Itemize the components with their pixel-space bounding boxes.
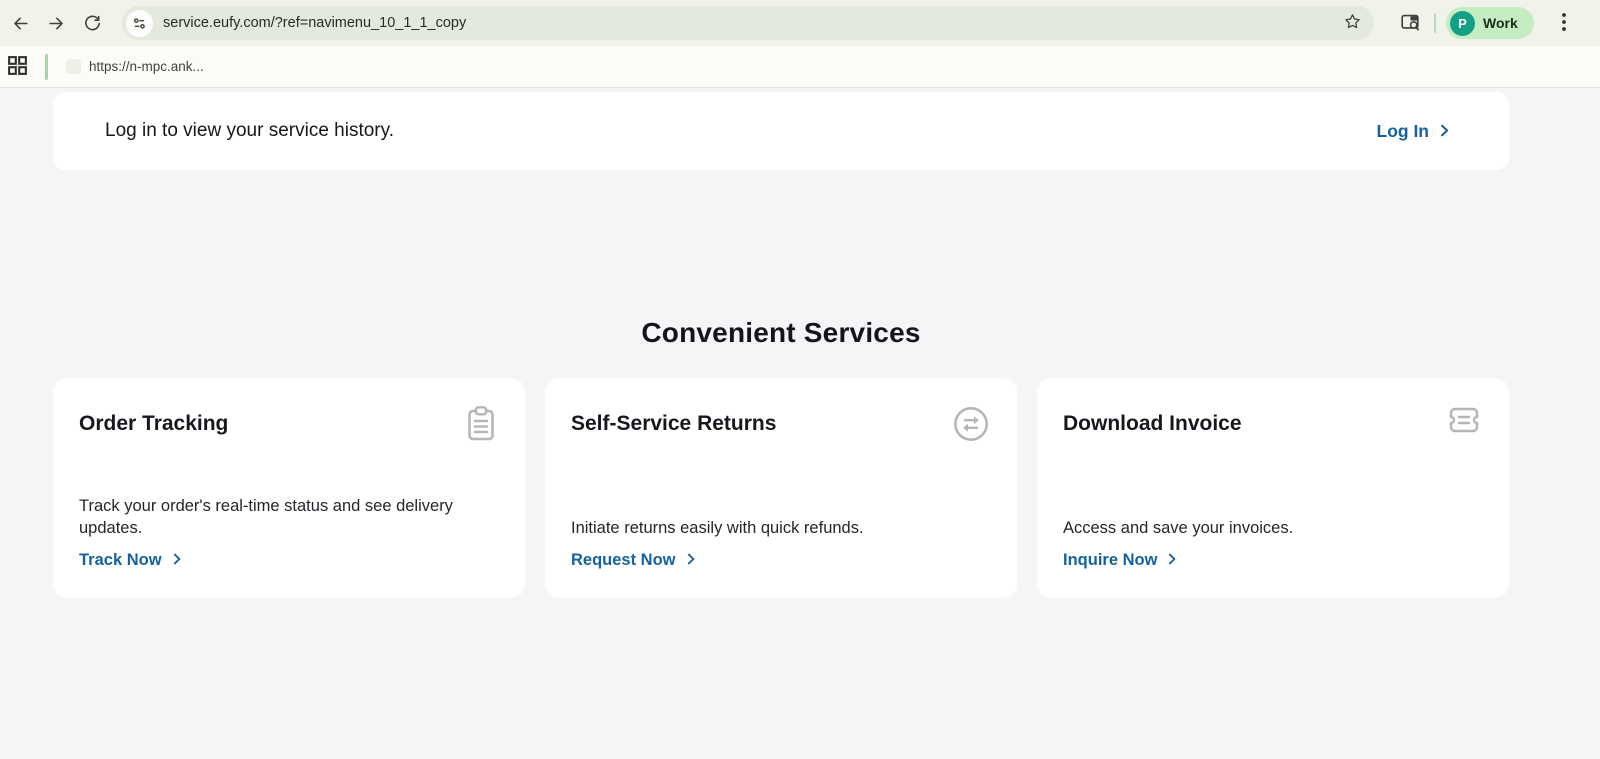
page-content: Log in to view your service history. Log… bbox=[0, 88, 1600, 759]
inquire-now-link[interactable]: Inquire Now bbox=[1063, 551, 1483, 570]
link-label: Inquire Now bbox=[1063, 551, 1157, 570]
card-order-tracking: Order Tracking Track your order's real-t… bbox=[53, 378, 525, 598]
active-tab-indicator bbox=[45, 54, 48, 80]
card-description: Initiate returns easily with quick refun… bbox=[571, 518, 991, 540]
card-header: Self-Service Returns bbox=[571, 404, 991, 449]
reload-button[interactable] bbox=[74, 5, 110, 41]
grid-icon bbox=[8, 56, 27, 78]
card-header: Order Tracking bbox=[79, 404, 499, 449]
card-download-invoice: Download Invoice Access and save your in… bbox=[1037, 378, 1509, 598]
url-text: service.eufy.com/?ref=navimenu_10_1_1_co… bbox=[163, 15, 1343, 31]
card-header: Download Invoice bbox=[1063, 404, 1483, 441]
chevron-right-icon bbox=[1166, 551, 1178, 570]
chevron-right-icon bbox=[171, 551, 183, 570]
tab-grid-button[interactable] bbox=[3, 53, 31, 81]
back-icon bbox=[11, 14, 30, 33]
side-panel-search-icon bbox=[1399, 11, 1421, 36]
card-description: Access and save your invoices. bbox=[1063, 518, 1483, 540]
browser-toolbar: service.eufy.com/?ref=navimenu_10_1_1_co… bbox=[0, 0, 1600, 46]
forward-icon bbox=[47, 14, 66, 33]
card-title: Order Tracking bbox=[79, 404, 228, 436]
browser-menu-button[interactable] bbox=[1550, 7, 1578, 39]
login-banner: Log in to view your service history. Log… bbox=[53, 92, 1509, 170]
ticket-icon bbox=[1445, 404, 1483, 441]
back-button[interactable] bbox=[2, 5, 38, 41]
avatar: P bbox=[1450, 11, 1475, 36]
transfer-arrows-icon bbox=[951, 404, 991, 449]
tab-item[interactable]: https://n-mpc.ank... bbox=[66, 59, 204, 74]
chevron-right-icon bbox=[685, 551, 697, 570]
reload-icon bbox=[83, 14, 102, 33]
clipboard-icon bbox=[463, 404, 499, 449]
address-bar[interactable]: service.eufy.com/?ref=navimenu_10_1_1_co… bbox=[122, 6, 1374, 40]
card-self-service-returns: Self-Service Returns Initiate returns ea… bbox=[545, 378, 1017, 598]
profile-button[interactable]: P Work bbox=[1446, 7, 1534, 39]
request-now-link[interactable]: Request Now bbox=[571, 551, 991, 570]
login-button[interactable]: Log In bbox=[1377, 121, 1451, 142]
card-title: Self-Service Returns bbox=[571, 404, 776, 436]
login-label: Log In bbox=[1377, 121, 1429, 142]
card-title: Download Invoice bbox=[1063, 404, 1242, 436]
site-settings-icon[interactable] bbox=[126, 10, 153, 37]
side-panel-search-button[interactable] bbox=[1394, 7, 1426, 39]
card-description: Track your order's real-time status and … bbox=[79, 496, 499, 540]
link-label: Request Now bbox=[571, 551, 676, 570]
star-icon bbox=[1343, 12, 1362, 34]
bookmark-star-button[interactable] bbox=[1343, 12, 1362, 34]
track-now-link[interactable]: Track Now bbox=[79, 551, 499, 570]
services-card-row: Order Tracking Track your order's real-t… bbox=[53, 378, 1509, 598]
chevron-right-icon bbox=[1438, 121, 1451, 142]
vertical-tabstrip-header: https://n-mpc.ank... bbox=[0, 46, 1600, 88]
profile-label: Work bbox=[1483, 15, 1518, 31]
kebab-menu-icon bbox=[1562, 13, 1566, 34]
tab-url-label: https://n-mpc.ank... bbox=[89, 59, 204, 74]
tab-favicon bbox=[66, 59, 81, 74]
toolbar-separator bbox=[1434, 13, 1436, 33]
link-label: Track Now bbox=[79, 551, 162, 570]
login-banner-message: Log in to view your service history. bbox=[105, 120, 394, 142]
forward-button[interactable] bbox=[38, 5, 74, 41]
section-title: Convenient Services bbox=[53, 317, 1509, 349]
